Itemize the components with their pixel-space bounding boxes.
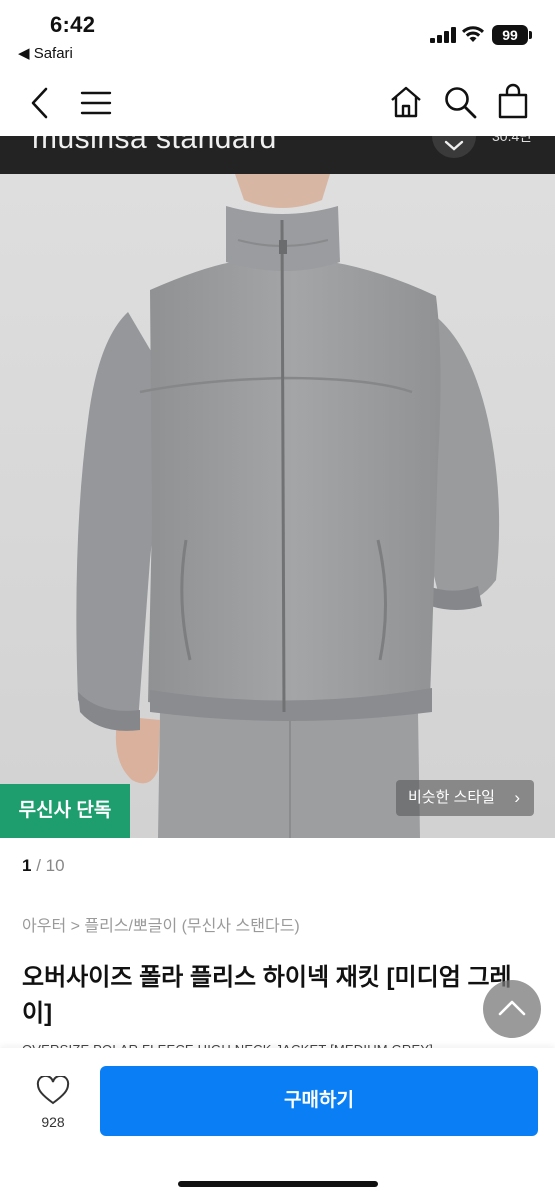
scroll-to-top-button[interactable] — [483, 980, 541, 1038]
home-indicator — [178, 1181, 378, 1187]
brand-banner[interactable]: musinsa standard 30.4만 — [0, 136, 555, 174]
similar-style-label: 비슷한 스타일 — [408, 789, 495, 806]
exclusive-badge: 무신사 단독 — [0, 784, 130, 838]
search-icon[interactable] — [442, 84, 478, 120]
status-bar: 6:42 ◀ Safari 99 — [0, 0, 555, 70]
heart-icon — [36, 1074, 70, 1105]
pager-total: 10 — [45, 856, 65, 875]
battery-nub — [529, 31, 532, 39]
like-button[interactable]: 928 — [28, 1074, 78, 1134]
wifi-icon — [462, 26, 484, 42]
chevron-up-icon — [498, 1000, 526, 1016]
browser-nav-bar — [0, 72, 555, 136]
brand-like-button[interactable] — [432, 136, 476, 158]
brand-name: musinsa standard — [32, 136, 277, 155]
similar-style-button[interactable]: 비슷한 스타일 › — [396, 780, 534, 816]
buy-button[interactable]: 구매하기 — [100, 1066, 538, 1136]
battery-indicator: 99 — [492, 25, 528, 45]
category-breadcrumb[interactable]: 아우터 > 플리스/뽀글이 (무신사 스탠다드) — [22, 912, 300, 936]
menu-icon[interactable] — [80, 90, 112, 116]
chevron-right-icon: › — [514, 788, 520, 807]
product-image[interactable] — [0, 174, 555, 838]
image-pager: 1 / 10 — [22, 856, 65, 876]
fleece-jacket-photo — [0, 174, 555, 838]
brand-like-count: 30.4만 — [492, 136, 533, 144]
like-count: 928 — [41, 1114, 65, 1130]
shopping-bag-icon[interactable] — [496, 82, 530, 120]
cellular-signal-icon — [430, 27, 456, 43]
pager-separator: / — [31, 856, 46, 875]
product-title: 오버사이즈 폴라 플리스 하이넥 재킷 [미디엄 그레이] — [22, 964, 512, 1027]
status-time: 6:42 — [50, 12, 96, 37]
home-icon[interactable] — [388, 84, 424, 120]
chevron-down-icon — [444, 140, 464, 151]
back-chevron-icon[interactable] — [28, 86, 52, 120]
back-to-safari-link[interactable]: ◀ Safari — [18, 44, 73, 62]
